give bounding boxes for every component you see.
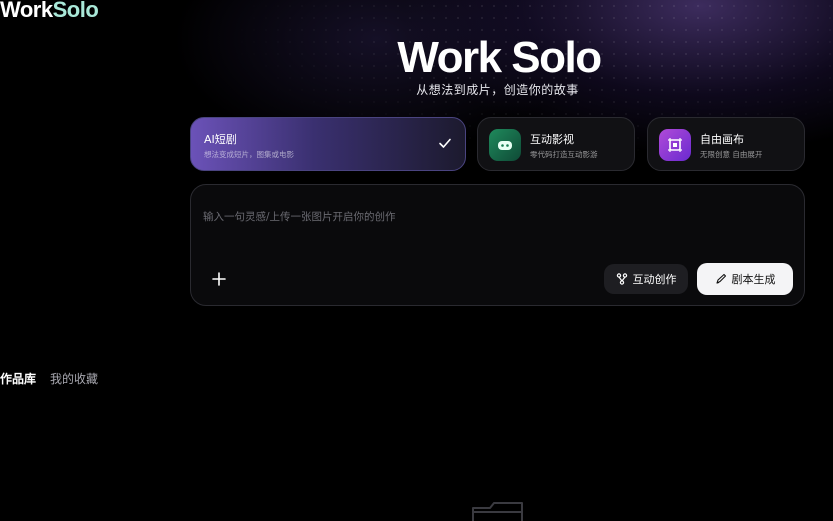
app-logo[interactable]: WorkSolo bbox=[0, 0, 99, 23]
mode-desc: 无限创意 自由展开 bbox=[700, 150, 763, 159]
mode-card-free-canvas[interactable]: 自由画布 无限创意 自由展开 bbox=[647, 117, 805, 171]
logo-word-solo: Solo bbox=[52, 0, 99, 22]
check-icon bbox=[439, 138, 451, 148]
plus-icon bbox=[212, 272, 226, 286]
logo-word-work: Work bbox=[0, 0, 53, 22]
canvas-icon bbox=[659, 129, 691, 161]
mode-title: 互动影视 bbox=[530, 133, 574, 146]
tab-my-favorites[interactable]: 我的收藏 bbox=[50, 370, 98, 387]
pen-icon bbox=[715, 273, 726, 284]
script-generate-button[interactable]: 剧本生成 bbox=[697, 263, 793, 295]
mode-desc: 零代码打造互动影游 bbox=[530, 150, 598, 159]
tab-works-library[interactable]: 作品库 bbox=[0, 370, 36, 387]
branch-icon bbox=[616, 273, 627, 285]
hero-title: Work Solo bbox=[397, 33, 602, 82]
add-attachment-button[interactable] bbox=[209, 269, 229, 289]
hero-subtitle: 从想法到成片，创造你的故事 bbox=[416, 83, 579, 97]
mode-card-ai-short-drama[interactable]: AI短剧 想法变成短片，图集或电影 bbox=[190, 117, 466, 171]
folder-icon bbox=[472, 502, 523, 521]
library-tabs: 作品库 我的收藏 bbox=[0, 370, 98, 387]
mode-title: 自由画布 bbox=[700, 133, 744, 146]
script-generate-label: 剧本生成 bbox=[731, 273, 776, 286]
mode-desc: 想法变成短片，图集或电影 bbox=[204, 150, 294, 159]
interactive-create-button[interactable]: 互动创作 bbox=[604, 264, 688, 294]
gamepad-icon bbox=[489, 129, 521, 161]
mode-card-interactive-film[interactable]: 互动影视 零代码打造互动影游 bbox=[477, 117, 635, 171]
prompt-box: 互动创作 剧本生成 bbox=[190, 184, 805, 306]
prompt-input[interactable] bbox=[203, 197, 793, 237]
page: WorkSolo Work Solo 从想法到成片，创造你的故事 AI短剧 想法… bbox=[0, 0, 833, 521]
interactive-create-label: 互动创作 bbox=[632, 273, 677, 286]
mode-title: AI短剧 bbox=[204, 133, 237, 146]
